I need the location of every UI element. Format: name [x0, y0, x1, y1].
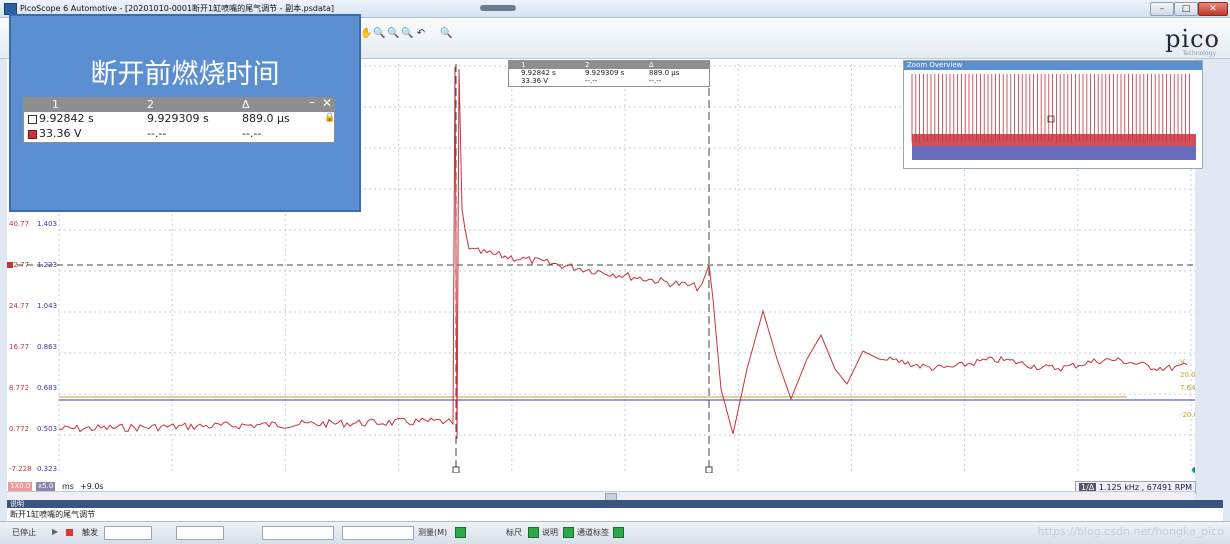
ruler-small-h2: 2	[585, 61, 590, 69]
pico-logo: pico	[1165, 25, 1220, 53]
channel-labels-toggle-icon[interactable]	[613, 527, 624, 538]
y-tick-label-blue: 1.403	[37, 220, 57, 228]
ruler-small-r1c3: 889.0 µs	[649, 69, 680, 77]
notes-header: 说明	[7, 500, 1223, 508]
right-axis-label: -20.0	[1180, 411, 1195, 419]
channel-labels-label[interactable]: 通道标签	[577, 527, 609, 538]
notes-title: 说明	[10, 500, 24, 508]
ruler-small-h3: Δ	[649, 61, 654, 69]
y-tick-label-red: -7.228	[9, 465, 32, 473]
undo-zoom-icon[interactable]: ↶	[415, 28, 427, 40]
ruler-small-h1: 1	[521, 61, 526, 69]
window-title: PicoScope 6 Automotive - [20201010-0001断…	[20, 4, 335, 13]
ruler-header-2: 2	[147, 98, 154, 111]
overlay-title: 断开前燃烧时间	[90, 59, 280, 90]
ruler-header-1: 1	[52, 98, 59, 111]
ruler-close-icon[interactable]: ✕	[322, 96, 332, 110]
stop-icon[interactable]	[66, 529, 73, 536]
pretrigger-input[interactable]	[342, 526, 414, 540]
ruler-r1c2: 9.929309 s	[147, 112, 209, 125]
zoom-region-icon[interactable]: 🔍	[401, 28, 413, 40]
channel-a-marker-icon	[28, 115, 37, 124]
notes-label[interactable]: 说明	[542, 527, 558, 538]
trigger-mode-select[interactable]	[104, 526, 152, 540]
ruler-r1c3: 889.0 µs	[242, 112, 290, 125]
y-tick-label-blue: 0.863	[37, 343, 57, 351]
measure-label[interactable]: 测量(M)	[418, 527, 447, 538]
ruler-small-r1c2: 9.929309 s	[585, 69, 625, 77]
ruler-minimize-icon[interactable]: –	[309, 95, 315, 109]
y-tick-label-red: 0.772	[9, 425, 29, 433]
y-tick-label-blue: 1.043	[37, 302, 57, 310]
ruler-small-header: 1 2 Δ	[509, 61, 709, 69]
add-measurement-icon[interactable]	[455, 527, 466, 538]
ruler-r2c1: 33.36 V	[39, 127, 82, 140]
ruler-header: 1 2 Δ – ✕	[24, 95, 334, 112]
close-button[interactable]: ✕	[1198, 2, 1228, 16]
zoom-overview-panel[interactable]: Zoom Overview	[903, 60, 1203, 169]
ruler-table-small[interactable]: 1 2 Δ 9.92842 s 9.929309 s 889.0 µs 33.3…	[508, 60, 710, 87]
ruler-small-r1c1: 9.92842 s	[521, 69, 556, 77]
notes-text: 断开1缸喷嘴的尾气调节	[10, 510, 96, 519]
horizontal-ruler-handle	[7, 262, 13, 268]
x-unit-label: ms	[62, 482, 74, 491]
pico-logo-subtitle: Technology	[1182, 50, 1216, 57]
ruler-small-r2c1: 33.36 V	[521, 77, 549, 85]
trigger-level-input[interactable]	[262, 526, 334, 540]
y-tick-label-blue: 0.683	[37, 384, 57, 392]
zoom-overview-title: Zoom Overview	[907, 61, 963, 69]
y-tick-label-red: 16.77	[9, 343, 29, 351]
lock-icon[interactable]: 🔒	[324, 113, 335, 123]
right-axis-label: 7.648	[1180, 384, 1195, 392]
y-tick-label-red: 40.77	[9, 220, 29, 228]
ruler-label[interactable]: 标尺	[506, 527, 522, 538]
trigger-label: 触发	[82, 528, 98, 537]
trigger-source-select[interactable]	[176, 526, 224, 540]
channel-b-marker-icon	[28, 130, 37, 139]
zoom-red-band	[912, 134, 1196, 146]
axis-status-strip	[7, 473, 1195, 491]
ruler-r2c3: --.--	[242, 127, 262, 140]
y-tick-label-red: 24.77	[9, 302, 29, 310]
ruler-r2c2: --.--	[147, 127, 167, 140]
minimize-button[interactable]: –	[1150, 2, 1174, 16]
scale-a-badge[interactable]: 1X0.0	[8, 482, 33, 491]
notes-toggle-icon[interactable]	[563, 527, 574, 538]
zoom-overview-plot[interactable]	[904, 70, 1202, 168]
ruler-toggle-icon[interactable]	[528, 527, 539, 538]
maximize-button[interactable]: □	[1174, 2, 1198, 16]
ruler-r1c1: 9.92842 s	[39, 112, 94, 125]
zoom-overview-header: Zoom Overview	[904, 61, 1202, 70]
y-tick-label-blue: 0.323	[37, 465, 57, 473]
scale-b-badge[interactable]: x5.0	[36, 482, 56, 491]
ruler-small-r2c3: --.--	[649, 77, 662, 85]
notes-panel[interactable]: 断开1缸喷嘴的尾气调节	[7, 508, 1223, 521]
hand-tool-icon[interactable]: ✋	[360, 28, 372, 40]
right-axis-label: 20.0	[1180, 371, 1195, 379]
zoom-to-fit-icon[interactable]: 🔍	[440, 28, 452, 40]
y-tick-label-red: 8.772	[9, 384, 29, 392]
run-icon[interactable]: ▶	[52, 527, 58, 536]
ruler-table[interactable]: 1 2 Δ – ✕ 9.92842 s 9.929309 s 889.0 µs …	[23, 95, 335, 143]
zoom-in-icon[interactable]: 🔍	[373, 28, 385, 40]
y-tick-label-blue: 0.503	[37, 425, 57, 433]
watermark: https://blog.csdn.net/hongke_pico	[1037, 525, 1224, 538]
title-progress-indicator	[480, 5, 516, 11]
ruler-small-r2c2: --.--	[585, 77, 598, 85]
zoom-blue-band	[912, 146, 1196, 160]
zoom-out-icon[interactable]: 🔍	[387, 28, 399, 40]
ruler-header-delta: Δ	[242, 98, 250, 111]
x-offset-label: +9.0s	[80, 482, 104, 491]
stop-label: 已停止	[12, 528, 36, 537]
